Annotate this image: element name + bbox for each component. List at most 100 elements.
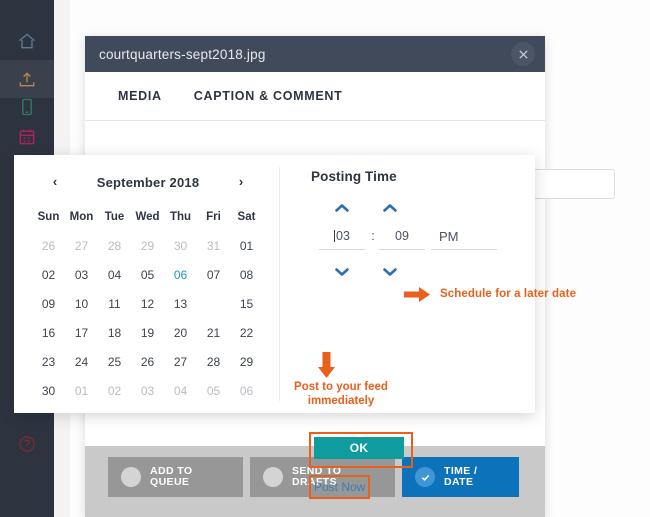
calendar-day[interactable]: 07	[197, 260, 230, 289]
hour-input[interactable]: 03	[319, 223, 365, 250]
calendar-day[interactable]: 10	[65, 289, 98, 318]
calendar-day[interactable]: 20	[164, 318, 197, 347]
calendar-day[interactable]: 28	[197, 347, 230, 376]
chevron-down-icon	[382, 267, 398, 277]
calendar-day[interactable]: 30	[32, 376, 65, 405]
calendar-day-label: 13	[173, 296, 188, 311]
calendar-day[interactable]: 06	[164, 260, 197, 289]
calendar-day[interactable]: 01	[65, 376, 98, 405]
calendar-day-header: Fri	[206, 210, 221, 223]
posting-time-title: Posting Time	[311, 169, 397, 184]
add-to-queue-button[interactable]: ADD TO QUEUE	[108, 457, 243, 497]
calendar-day-label: 01	[239, 238, 254, 253]
hour-decrement-button[interactable]	[331, 265, 353, 279]
calendar-day[interactable]: 17	[65, 318, 98, 347]
calendar-day[interactable]: 05	[131, 260, 164, 289]
close-button[interactable]	[511, 42, 535, 66]
tab-caption-comment[interactable]: CAPTION & COMMENT	[194, 89, 343, 103]
popover-divider	[279, 167, 280, 401]
ok-button-highlight: OK	[309, 432, 413, 468]
calendar-day-label: 26	[41, 238, 56, 253]
calendar-day-label: 28	[206, 354, 221, 369]
calendar-day-header: Thu	[169, 210, 192, 223]
calendar-day-label: 20	[173, 325, 188, 340]
calendar-day-label: 22	[239, 325, 254, 340]
post-now-link[interactable]: Post Now	[314, 480, 365, 494]
meridiem-input[interactable]: PM	[431, 223, 497, 250]
calendar-grid: Sun Mon Tue Wed Thu Fri Sat 26 27 28 29 30 31 01 02 03 0…	[32, 202, 264, 405]
calendar-day[interactable]: 25	[98, 347, 131, 376]
calendar-day[interactable]: 02	[98, 376, 131, 405]
calendar-day[interactable]: 19	[131, 318, 164, 347]
calendar-day[interactable]: 08	[230, 260, 263, 289]
time-date-button[interactable]: TIME / DATE	[402, 457, 519, 497]
minute-value: 09	[395, 229, 409, 243]
calendar-day-label: 06	[239, 383, 254, 398]
calendar-day-label: 19	[140, 325, 155, 340]
sidebar-item-help[interactable]	[0, 425, 54, 463]
calendar-day[interactable]: 27	[164, 347, 197, 376]
calendar-day[interactable]: 11	[98, 289, 131, 318]
calendar-day-label: 12	[140, 296, 155, 311]
minute-increment-button[interactable]	[379, 201, 401, 215]
calendar-day-label: 05	[206, 383, 221, 398]
calendar-day[interactable]: 02	[32, 260, 65, 289]
calendar-day[interactable]: 23	[32, 347, 65, 376]
calendar-day-header: Mon	[69, 210, 94, 223]
calendar-day[interactable]: 15	[230, 289, 263, 318]
tab-media[interactable]: MEDIA	[118, 89, 162, 103]
calendar-day-label: 05	[140, 267, 155, 282]
calendar-day[interactable]: 09	[32, 289, 65, 318]
calendar-day[interactable]: 01	[230, 231, 263, 260]
radio-unselected-icon	[263, 467, 283, 487]
calendar-day-label: 25	[107, 354, 122, 369]
calendar-day[interactable]: 03	[131, 376, 164, 405]
calendar-day-label: 06	[173, 267, 188, 282]
calendar-day[interactable]: 28	[98, 231, 131, 260]
calendar-day-label: 16	[41, 325, 56, 340]
calendar-day-label: 01	[74, 383, 89, 398]
calendar-day[interactable]: 04	[164, 376, 197, 405]
sidebar-item-home[interactable]	[0, 22, 54, 60]
calendar-day[interactable]: 03	[65, 260, 98, 289]
time-date-line2: DATE	[444, 476, 474, 488]
calendar-day-label: 07	[206, 267, 221, 282]
ok-button[interactable]: OK	[314, 437, 404, 459]
calendar-day[interactable]: 24	[65, 347, 98, 376]
calendar-day[interactable]: 13	[164, 289, 197, 318]
hour-increment-button[interactable]	[331, 201, 353, 215]
calendar-day[interactable]: 31	[197, 231, 230, 260]
calendar-day[interactable]: 05	[197, 376, 230, 405]
annotation-schedule-later: Schedule for a later date	[440, 288, 577, 300]
calendar-day[interactable]: 30	[164, 231, 197, 260]
calendar-day[interactable]: 26	[32, 231, 65, 260]
calendar-day[interactable]: 12	[131, 289, 164, 318]
calendar-icon	[17, 127, 37, 147]
calendar-day-label: 03	[140, 383, 155, 398]
calendar-day-selected[interactable]: 14	[197, 289, 230, 318]
calendar-day[interactable]: 29	[230, 347, 263, 376]
calendar-day[interactable]: 06	[230, 376, 263, 405]
calendar-day-label: 21	[206, 325, 221, 340]
calendar-day[interactable]: 26	[131, 347, 164, 376]
calendar-day[interactable]: 04	[98, 260, 131, 289]
app-root: courtquarters-sept2018.jpg MEDIA CAPTION…	[0, 0, 650, 517]
calendar-day[interactable]: 29	[131, 231, 164, 260]
calendar-day[interactable]: 21	[197, 318, 230, 347]
sidebar-item-calendar[interactable]	[0, 118, 54, 156]
calendar-day-label: 29	[140, 238, 155, 253]
calendar-day[interactable]: 16	[32, 318, 65, 347]
calendar-next-month-button[interactable]: ›	[232, 172, 250, 190]
calendar-day[interactable]: 18	[98, 318, 131, 347]
calendar-day[interactable]: 22	[230, 318, 263, 347]
calendar-day-label: 15	[239, 296, 254, 311]
calendar-day-label: 28	[107, 238, 122, 253]
minute-input[interactable]: 09	[379, 223, 425, 250]
calendar-day[interactable]: 27	[65, 231, 98, 260]
calendar-day-label: 18	[107, 325, 122, 340]
time-fields: 03 : 09 PM	[319, 223, 519, 253]
minute-decrement-button[interactable]	[379, 265, 401, 279]
calendar-day-label: 04	[173, 383, 188, 398]
calendar-prev-month-button[interactable]: ‹	[46, 172, 64, 190]
calendar-day-label: 04	[107, 267, 122, 282]
